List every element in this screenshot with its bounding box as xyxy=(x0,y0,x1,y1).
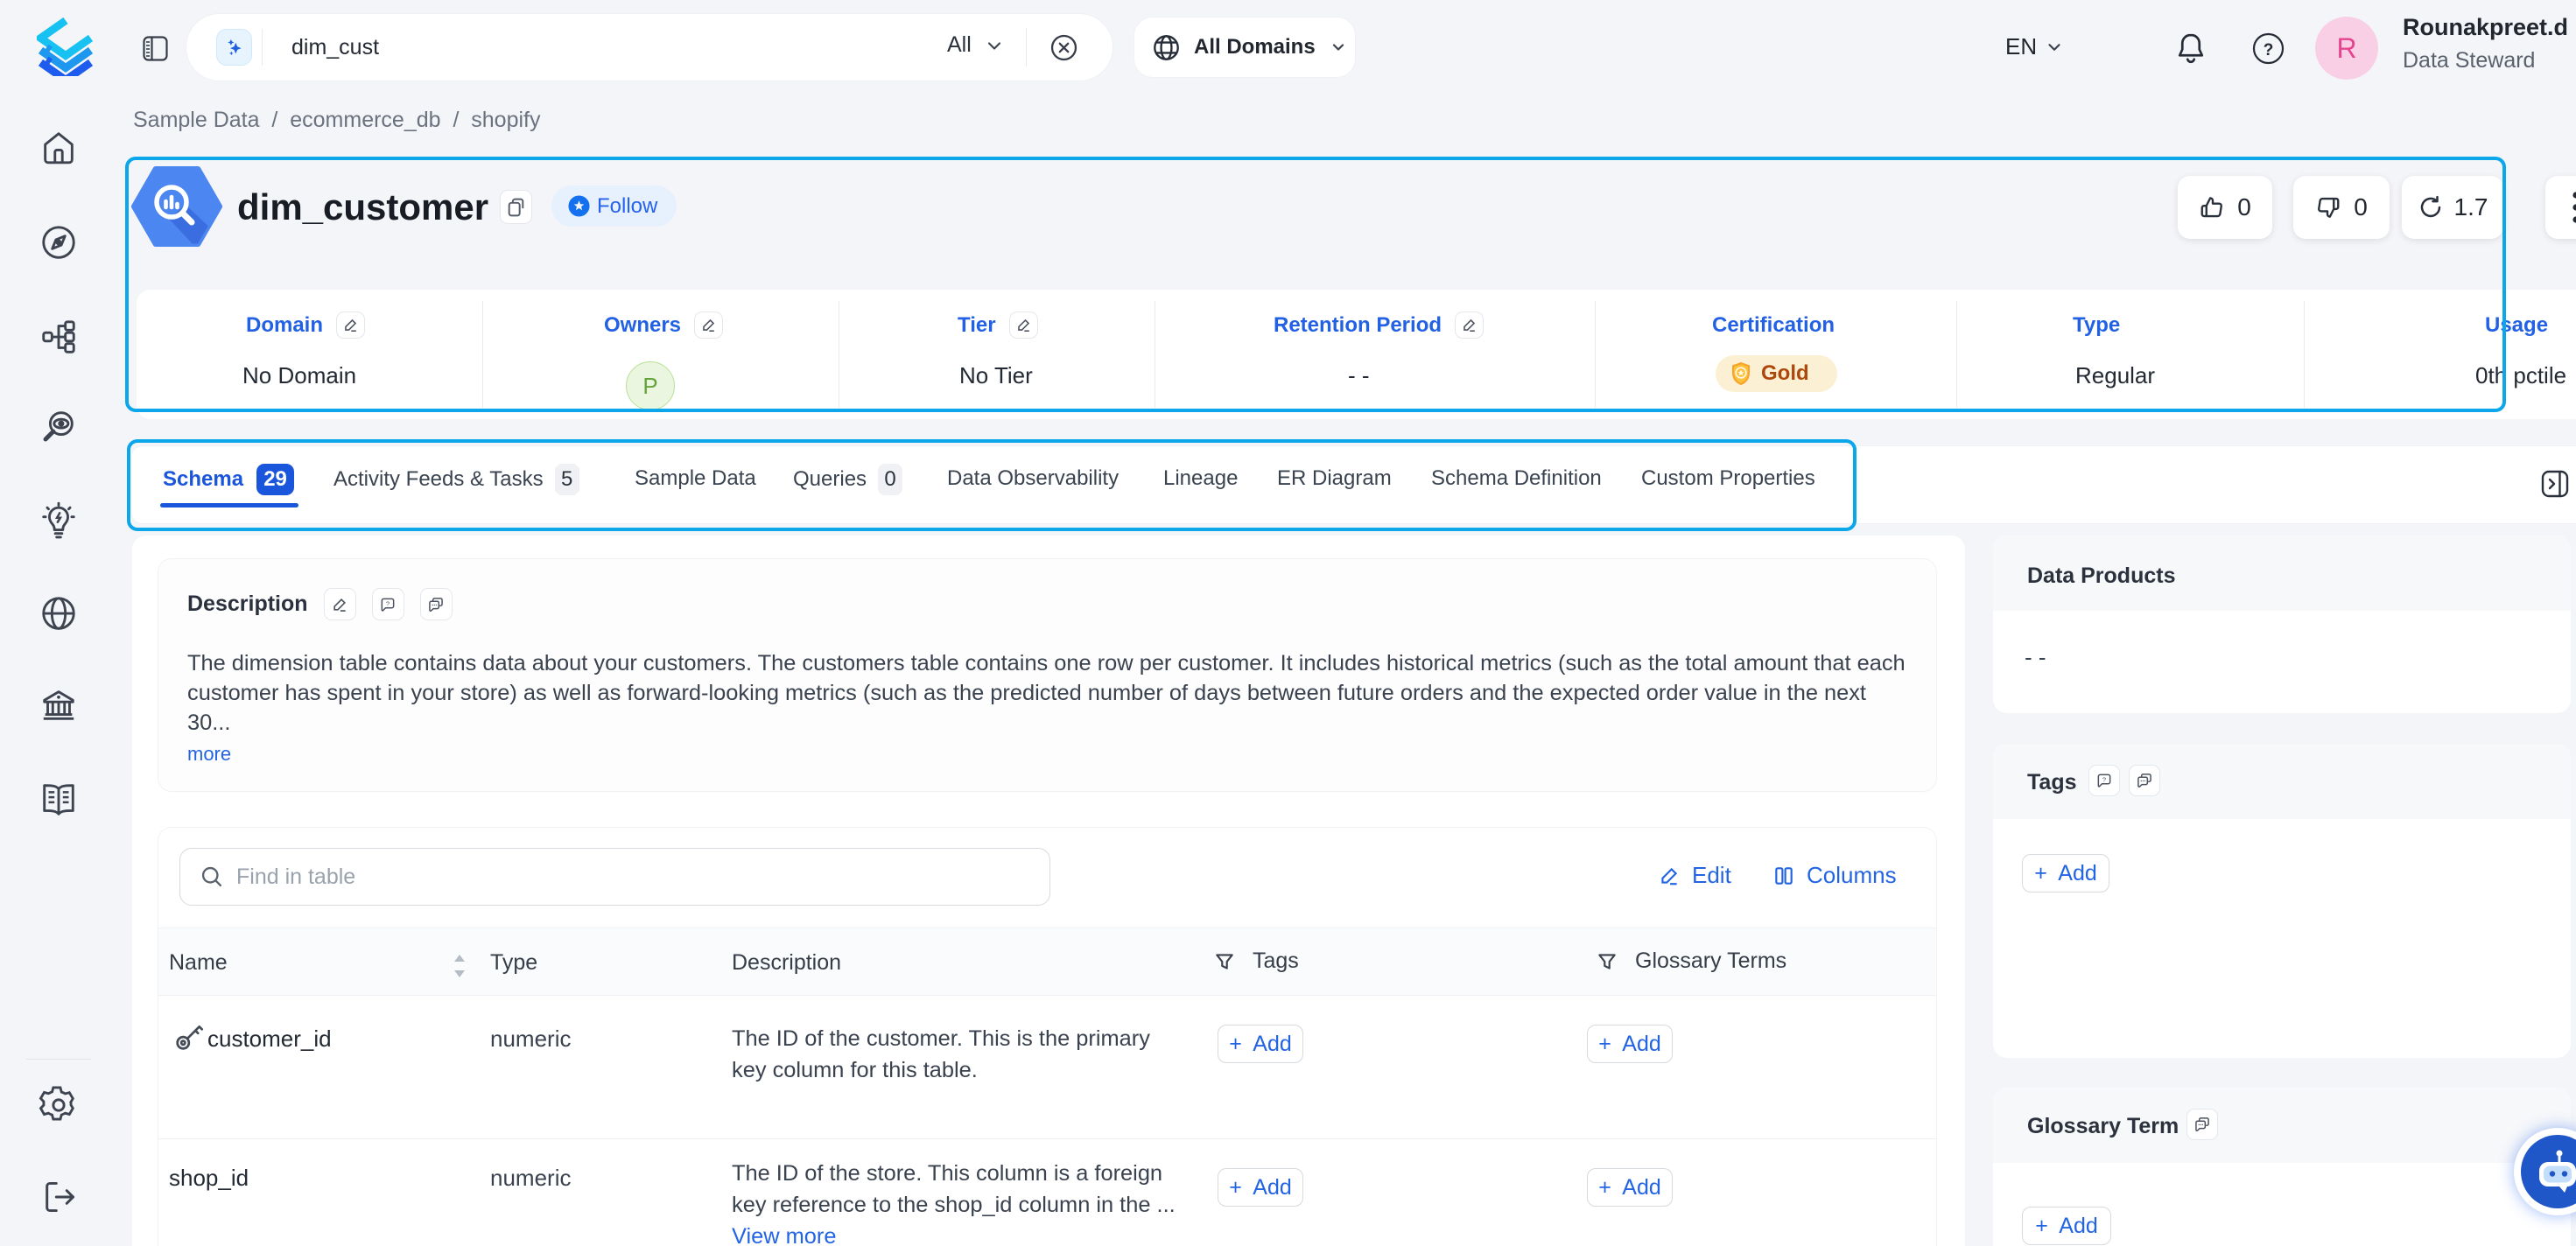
svg-text:?: ? xyxy=(386,599,390,607)
svg-text:?: ? xyxy=(2264,41,2274,60)
svg-text:?: ? xyxy=(2102,775,2106,783)
